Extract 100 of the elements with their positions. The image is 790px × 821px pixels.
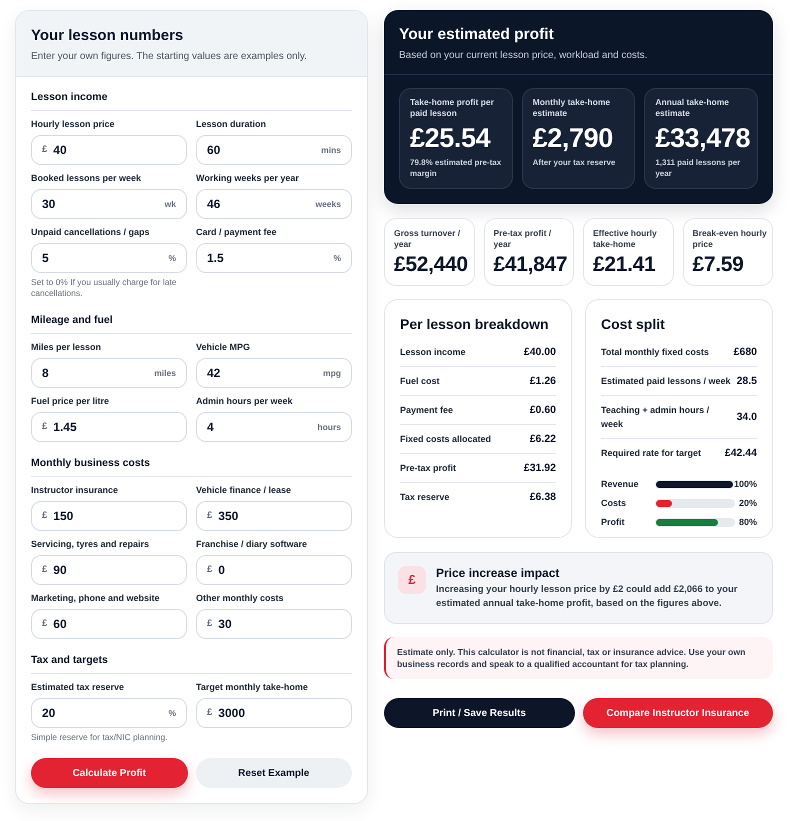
- percent-reading: 100%: [734, 478, 757, 491]
- field-label: Admin hours per week: [196, 395, 294, 407]
- number-input[interactable]: £ 40: [31, 135, 187, 165]
- metric-value: £2,790: [532, 123, 614, 153]
- stat-value: £52,440: [394, 253, 469, 277]
- metric-note: After your tax reserve: [532, 157, 616, 168]
- unit-label: %: [168, 252, 176, 264]
- row-label: Teaching + admin hours / week: [601, 404, 710, 431]
- row-label: Estimated paid lessons / week: [601, 375, 731, 388]
- number-input[interactable]: 5 %: [31, 243, 187, 273]
- info-title: Price increase impact: [436, 565, 560, 581]
- section-heading: Monthly business costs: [31, 455, 352, 477]
- field-label: Booked lessons per week: [31, 172, 142, 184]
- currency-symbol: £: [42, 616, 48, 631]
- number-input[interactable]: 30 wk: [31, 189, 187, 219]
- section-heading: Lesson income: [31, 89, 352, 111]
- pound-sign-icon: £: [398, 566, 426, 594]
- number-input[interactable]: 20 %: [31, 698, 187, 728]
- help-text: Set to 0% If you usually charge for late cancellations.: [31, 277, 178, 299]
- field-label: Card / payment fee: [196, 226, 278, 238]
- unit-label: wk: [164, 198, 176, 210]
- field-label: Target monthly take-home: [196, 681, 309, 693]
- unit-label: %: [333, 252, 341, 264]
- card-title: Cost split: [601, 315, 666, 333]
- number-input[interactable]: 4 hours: [196, 412, 352, 442]
- number-input[interactable]: 60 mins: [196, 135, 352, 165]
- number-input[interactable]: 8 miles: [31, 358, 187, 388]
- field-label: Unpaid cancellations / gaps: [31, 226, 151, 238]
- stat-label: Break-even hourly price: [692, 228, 768, 250]
- currency-symbol: £: [42, 420, 48, 434]
- number-input[interactable]: £ 350: [196, 501, 352, 531]
- field-label: Vehicle finance / lease: [196, 484, 292, 496]
- unit-label: miles: [154, 366, 176, 380]
- metric-value: £33,478: [655, 123, 752, 153]
- row-value: £6.38: [530, 490, 556, 504]
- number-input[interactable]: £ 150: [31, 501, 187, 531]
- row-label: Fixed costs allocated: [400, 433, 492, 446]
- calculate-button[interactable]: Calculate Profit: [31, 758, 188, 788]
- number-input[interactable]: £ 90: [31, 555, 187, 585]
- compare-button[interactable]: Compare Instructor Insurance: [582, 698, 773, 728]
- panel-subtitle: Enter your own figures. The starting values are examples only.: [31, 50, 308, 63]
- currency-symbol: £: [42, 562, 48, 577]
- percent-reading: 20%: [738, 496, 757, 510]
- number-input[interactable]: 42 mpg: [196, 358, 352, 388]
- row-label: Fuel cost: [400, 375, 440, 388]
- field-label: Vehicle MPG: [196, 341, 252, 353]
- field-label: Franchise / diary software: [196, 538, 308, 550]
- bar-label: Costs: [601, 496, 628, 510]
- card-title: Per lesson breakdown: [400, 315, 550, 333]
- field-label: Miles per lesson: [31, 341, 102, 353]
- disclaimer-note: Estimate only. This calculator is not financial, tax or insurance advice. Use your own business records and speak to a qualified accountant for tax planning.: [384, 637, 773, 679]
- row-label: Tax reserve: [400, 491, 450, 504]
- number-input[interactable]: 1.5 %: [196, 243, 352, 273]
- metric-label: Annual take-home estimate: [655, 97, 730, 119]
- number-input[interactable]: 46 weeks: [196, 189, 352, 219]
- field-label: Servicing, tyres and repairs: [31, 538, 150, 550]
- card-subtitle: Based on your current lesson price, workload and costs.: [399, 49, 648, 62]
- print-button[interactable]: Print / Save Results: [384, 698, 574, 728]
- field-label: Instructor insurance: [31, 484, 120, 496]
- number-input[interactable]: £ 60: [31, 609, 187, 639]
- row-label: Total monthly fixed costs: [601, 346, 709, 359]
- reset-button[interactable]: Reset Example: [196, 758, 352, 788]
- row-label: Payment fee: [400, 404, 454, 417]
- field-label: Other monthly costs: [196, 592, 285, 604]
- row-value: £1.26: [530, 374, 556, 388]
- number-input[interactable]: £ 1.45: [31, 412, 187, 442]
- row-label: Lesson income: [400, 346, 466, 359]
- unit-label: hours: [317, 420, 341, 434]
- stat-value: £41,847: [494, 253, 568, 277]
- unit-label: weeks: [315, 198, 341, 210]
- info-text: Increasing your hourly lesson price by £2 could add £2,066 to your estimated annual take-home profit, based on the figures above.: [436, 583, 738, 611]
- unit-label: mpg: [323, 366, 341, 380]
- number-input[interactable]: £ 30: [196, 609, 352, 639]
- metric-value: £25.54: [410, 123, 492, 153]
- metric-note: 79.8% estimated pre-tax margin: [410, 157, 502, 179]
- metric-note: 1,311 paid lessons per year: [655, 157, 742, 179]
- number-input[interactable]: £ 0: [196, 555, 352, 585]
- unit-label: %: [168, 706, 176, 720]
- stat-label: Effective hourly take-home: [593, 228, 658, 250]
- metric-label: Monthly take-home estimate: [532, 97, 612, 119]
- field-label: Marketing, phone and website: [31, 592, 161, 604]
- unit-label: mins: [321, 144, 341, 156]
- currency-symbol: £: [42, 142, 48, 157]
- currency-symbol: £: [207, 508, 212, 523]
- stat-label: Gross turnover / year: [394, 228, 462, 250]
- field-label: Working weeks per year: [196, 172, 300, 184]
- row-label: Required rate for target: [601, 447, 702, 460]
- row-label: Pre-tax profit: [400, 462, 456, 475]
- field-label: Hourly lesson price: [31, 118, 116, 130]
- number-input[interactable]: £ 3000: [196, 698, 352, 728]
- row-value: £40.00: [524, 345, 556, 359]
- currency-symbol: £: [42, 508, 48, 523]
- row-value: £680: [734, 345, 757, 359]
- bar-label: Profit: [601, 516, 626, 529]
- row-value: £31.92: [524, 461, 556, 475]
- stat-value: £21.41: [593, 253, 656, 277]
- panel-title: Your lesson numbers: [31, 26, 184, 46]
- currency-symbol: £: [207, 616, 212, 631]
- section-heading: Tax and targets: [31, 652, 352, 674]
- currency-symbol: £: [207, 706, 212, 720]
